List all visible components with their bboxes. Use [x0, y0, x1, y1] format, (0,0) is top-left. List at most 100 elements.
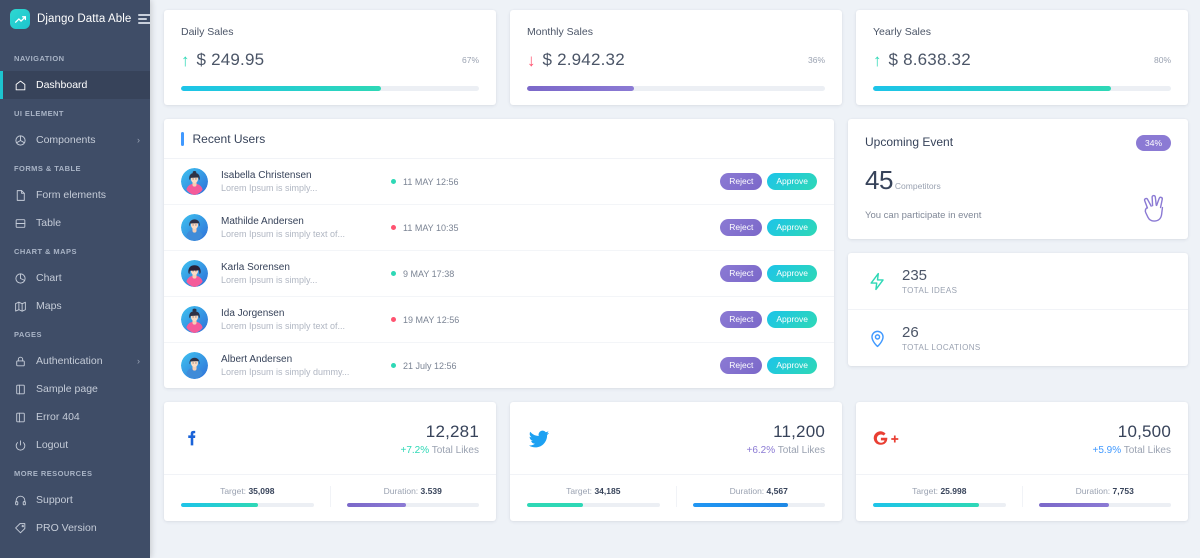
social-sub-label: Total Likes [432, 445, 479, 456]
sidebar-item-pro-version[interactable]: PRO Version [0, 514, 150, 542]
user-name: Mathilde Andersen [221, 216, 391, 227]
social-target-metric: Target: 34,185 [527, 486, 676, 507]
row-actions: Reject Approve [720, 265, 817, 281]
social-cards-row: 12,281+7.2% Total LikesTarget: 35,098Dur… [164, 402, 1188, 521]
approve-button[interactable]: Approve [767, 173, 817, 189]
competitor-unit: Competitors [895, 181, 941, 191]
victory-hand-icon [1140, 193, 1168, 223]
user-identity: Karla SorensenLorem Ipsum is simply... [221, 262, 391, 285]
accent-bar [181, 132, 184, 146]
user-name: Karla Sorensen [221, 262, 391, 273]
social-sub-label: Total Likes [1124, 445, 1171, 456]
sidebar-item-support[interactable]: Support [0, 486, 150, 514]
sidebar-item-error-404[interactable]: Error 404 [0, 403, 150, 431]
user-timestamp-group: 11 MAY 10:35 [391, 223, 720, 233]
user-timestamp-group: 9 MAY 17:38 [391, 269, 720, 279]
social-card-header: 11,200+6.2% Total Likes [510, 402, 842, 474]
social-card-metrics: Target: 35,098 Duration: 3.539 [164, 474, 496, 521]
sidebar-item-chart[interactable]: Chart [0, 264, 150, 292]
chevron-right-icon: › [137, 136, 140, 145]
reject-button[interactable]: Reject [720, 265, 762, 281]
sidebar-item-table[interactable]: Table [0, 209, 150, 237]
avatar [181, 306, 208, 333]
status-dot-red-icon [391, 225, 396, 230]
user-timestamp: 11 MAY 10:35 [403, 223, 459, 233]
mini-stat-value: 26 [902, 324, 981, 341]
social-duration-label-row: Duration: 3.539 [347, 486, 480, 496]
tag-icon [14, 522, 27, 535]
social-target-label: Target: [220, 486, 246, 496]
sales-card-value-row: ↑$ 8.638.3280% [873, 50, 1171, 70]
recent-users-header: Recent Users [164, 119, 834, 159]
sales-card-value-row: ↓$ 2.942.3236% [527, 50, 825, 70]
approve-button[interactable]: Approve [767, 219, 817, 235]
row-actions: Reject Approve [720, 173, 817, 189]
hamburger-icon[interactable] [138, 12, 150, 26]
row-actions: Reject Approve [720, 311, 817, 327]
progress-track [527, 503, 660, 507]
sidebar-caption: FORMS & TABLE [0, 154, 150, 181]
social-card-google-plus: 10,500+5.9% Total LikesTarget: 25.998Dur… [856, 402, 1188, 521]
sidebar-item-logout[interactable]: Logout [0, 431, 150, 459]
user-name: Ida Jorgensen [221, 308, 391, 319]
sidebar-item-dashboard[interactable]: Dashboard [0, 71, 150, 99]
status-dot-green-icon [391, 179, 396, 184]
page-icon [14, 383, 27, 396]
recent-users-list: Isabella ChristensenLorem Ipsum is simpl… [164, 159, 834, 388]
sales-amount: $ 249.95 [197, 50, 265, 70]
mini-stats-card: 235TOTAL IDEAS26TOTAL LOCATIONS [848, 253, 1188, 366]
sales-card-value-row: ↑$ 249.9567% [181, 50, 479, 70]
social-duration-metric: Duration: 3.539 [330, 486, 480, 507]
social-duration-label: Duration: [1076, 486, 1111, 496]
approve-button[interactable]: Approve [767, 265, 817, 281]
social-card-facebook: 12,281+7.2% Total LikesTarget: 35,098Dur… [164, 402, 496, 521]
reject-button[interactable]: Reject [720, 357, 762, 373]
upcoming-event-header: Upcoming Event 34% [865, 135, 1171, 151]
map-pin-icon [865, 329, 889, 348]
progress-fill [527, 86, 634, 91]
social-duration-metric: Duration: 7,753 [1022, 486, 1172, 507]
social-target-value: 34,185 [594, 486, 620, 496]
progress-track [181, 86, 479, 91]
social-duration-label: Duration: [384, 486, 419, 496]
social-duration-value: 7,753 [1113, 486, 1134, 496]
progress-fill [873, 86, 1111, 91]
sidebar-item-label: Error 404 [36, 411, 80, 423]
sales-card-title: Yearly Sales [873, 26, 1171, 38]
user-timestamp-group: 11 MAY 12:56 [391, 177, 720, 187]
social-duration-label-row: Duration: 4,567 [693, 486, 826, 496]
reject-button[interactable]: Reject [720, 219, 762, 235]
google-plus-icon [873, 428, 907, 450]
reject-button[interactable]: Reject [720, 173, 762, 189]
social-percent: +6.2% [747, 445, 776, 456]
brand-header: Django Datta Able [0, 0, 150, 38]
table-row: Albert AndersenLorem Ipsum is simply dum… [164, 343, 834, 388]
social-target-value: 25.998 [940, 486, 966, 496]
social-card-metrics: Target: 34,185 Duration: 4,567 [510, 474, 842, 521]
mini-stat-text: 26TOTAL LOCATIONS [902, 324, 981, 352]
sales-card: Monthly Sales↓$ 2.942.3236% [510, 10, 842, 105]
file-icon [14, 189, 27, 202]
table-row: Mathilde AndersenLorem Ipsum is simply t… [164, 205, 834, 251]
approve-button[interactable]: Approve [767, 357, 817, 373]
pie-chart-icon [14, 272, 27, 285]
sidebar-item-components[interactable]: Components› [0, 126, 150, 154]
approve-button[interactable]: Approve [767, 311, 817, 327]
sidebar-item-sample-page[interactable]: Sample page [0, 375, 150, 403]
avatar [181, 168, 208, 195]
sidebar-item-form-elements[interactable]: Form elements [0, 181, 150, 209]
sidebar-caption: NAVIGATION [0, 44, 150, 71]
social-duration-metric: Duration: 4,567 [676, 486, 826, 507]
page-icon [14, 411, 27, 424]
reject-button[interactable]: Reject [720, 311, 762, 327]
sidebar-nav: NAVIGATIONDashboardUI ELEMENTComponents›… [0, 38, 150, 542]
social-target-label-row: Target: 35,098 [181, 486, 314, 496]
user-identity: Isabella ChristensenLorem Ipsum is simpl… [221, 170, 391, 193]
app-root: Django Datta Able NAVIGATIONDashboardUI … [0, 0, 1200, 558]
social-target-label-row: Target: 34,185 [527, 486, 660, 496]
upcoming-event-note: You can participate in event [865, 210, 1171, 221]
sidebar-item-maps[interactable]: Maps [0, 292, 150, 320]
social-card-metrics: Target: 25.998Duration: 7,753 [856, 474, 1188, 521]
sidebar-item-authentication[interactable]: Authentication› [0, 347, 150, 375]
social-sub-label: Total Likes [778, 445, 825, 456]
